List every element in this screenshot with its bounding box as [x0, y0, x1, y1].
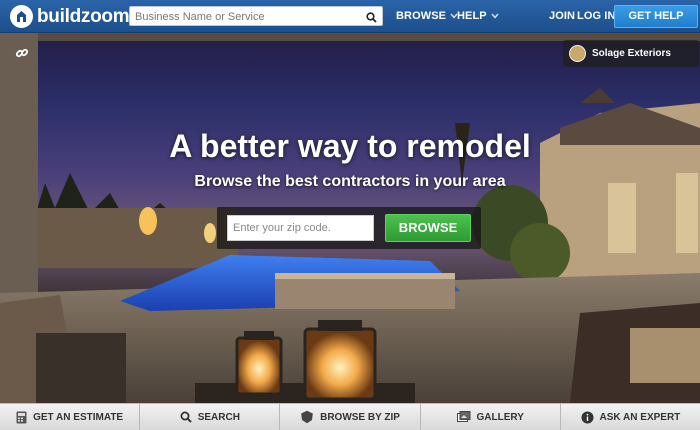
- get-an-estimate-tab[interactable]: GET AN ESTIMATE: [0, 404, 141, 430]
- gallery-icon: [456, 411, 470, 422]
- browse-by-zip-label: BROWSE BY ZIP: [320, 411, 400, 423]
- brand-logo[interactable]: buildzoom: [10, 5, 130, 28]
- brand-name: buildzoom: [37, 5, 130, 27]
- zip-code-input[interactable]: [227, 215, 374, 241]
- zip-badge-icon: [301, 410, 313, 424]
- gallery-tab[interactable]: GALLERY: [421, 404, 561, 430]
- browse-menu-label: BROWSE: [396, 10, 447, 22]
- gallery-label: GALLERY: [476, 411, 524, 423]
- contractor-logo-icon: [569, 45, 586, 62]
- buildzoom-logo-icon: [10, 5, 33, 28]
- search-icon[interactable]: [366, 10, 377, 28]
- get-an-estimate-label: GET AN ESTIMATE: [33, 411, 124, 423]
- zip-search-panel: BROWSE: [217, 207, 481, 249]
- help-menu-label: HELP: [457, 10, 487, 22]
- photo-credit-label: Solage Exteriors: [592, 48, 671, 59]
- browse-menu[interactable]: BROWSE: [396, 10, 458, 22]
- join-link[interactable]: JOIN: [549, 10, 575, 22]
- browse-button[interactable]: BROWSE: [385, 214, 471, 242]
- login-link[interactable]: LOG IN: [577, 10, 616, 22]
- info-icon: [581, 411, 594, 423]
- search-tab[interactable]: SEARCH: [140, 404, 281, 430]
- get-help-button[interactable]: GET HELP: [614, 5, 698, 28]
- hero-subtitle: Browse the best contractors in your area: [194, 173, 506, 190]
- calculator-icon: [16, 411, 27, 423]
- link-icon[interactable]: [15, 46, 29, 65]
- business-search-input[interactable]: [130, 8, 355, 26]
- hero-title: A better way to remodel: [169, 128, 531, 164]
- ask-an-expert-tab[interactable]: ASK AN EXPERT: [561, 404, 700, 430]
- help-menu[interactable]: HELP: [457, 10, 499, 22]
- search-icon: [180, 411, 192, 423]
- bottom-navigation-bar: GET AN ESTIMATE SEARCH BROWSE BY ZIP GAL…: [0, 403, 700, 430]
- photo-credit[interactable]: Solage Exteriors: [563, 40, 699, 67]
- ask-an-expert-label: ASK AN EXPERT: [599, 411, 681, 423]
- business-search-box: [129, 6, 383, 26]
- browse-by-zip-tab[interactable]: BROWSE BY ZIP: [280, 404, 421, 430]
- chevron-down-icon: [491, 13, 499, 19]
- top-navigation-bar: buildzoom BROWSE HELP JOIN LOG IN GET HE…: [0, 0, 700, 33]
- hero-section: Solage Exteriors A better way to remodel…: [0, 33, 700, 403]
- search-tab-label: SEARCH: [197, 411, 240, 423]
